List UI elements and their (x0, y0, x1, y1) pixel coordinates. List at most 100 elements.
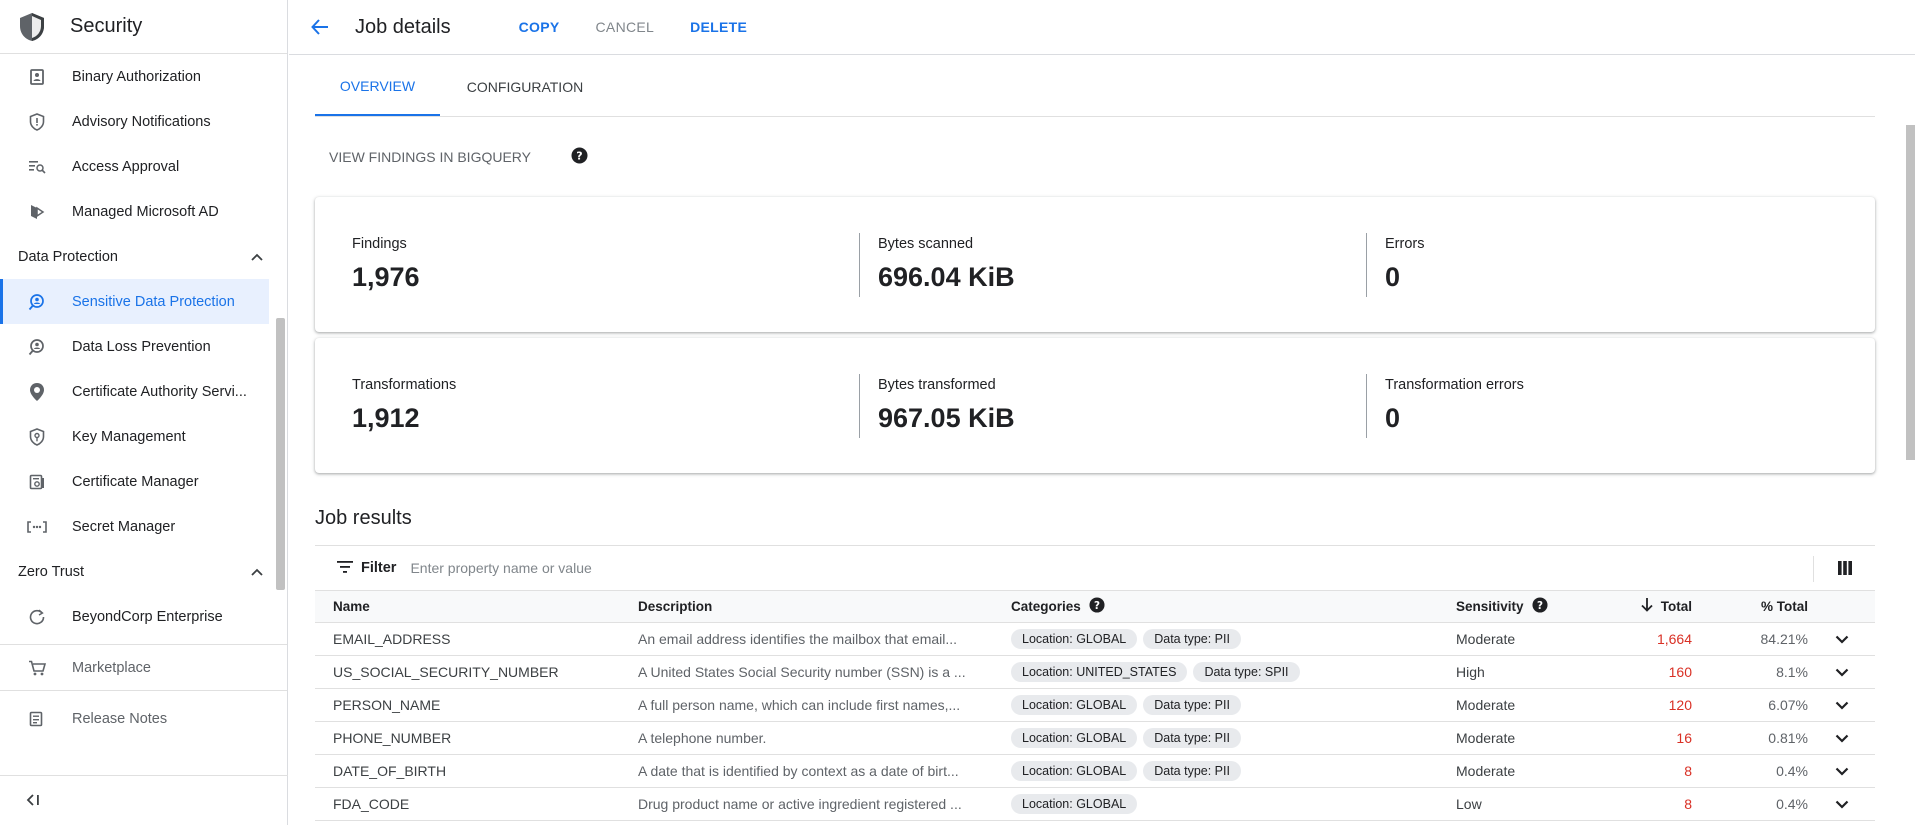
category-chip: Location: GLOBAL (1011, 760, 1138, 781)
column-display-options-button[interactable] (1813, 556, 1875, 582)
copy-button[interactable]: COPY (519, 19, 560, 35)
category-chip: Location: UNITED_STATES (1011, 661, 1188, 682)
chevron-up-icon[interactable] (251, 564, 263, 580)
column-header-percent-total[interactable]: % Total (1692, 591, 1808, 623)
stat-findings: Findings 1,976 (352, 233, 859, 297)
main-content: OVERVIEW CONFIGURATION VIEW FINDINGS IN … (315, 55, 1875, 821)
column-header-sensitivity[interactable]: Sensitivity ? (1438, 591, 1578, 623)
stat-transformations: Transformations 1,912 (352, 374, 859, 438)
sidebar-item-managed-microsoft-ad[interactable]: Managed Microsoft AD (0, 189, 287, 234)
filter-input[interactable]: Enter property name or value (410, 560, 591, 576)
column-header-description[interactable]: Description (620, 591, 993, 623)
category-chip: Data type: PII (1143, 760, 1241, 781)
section-header-data-protection[interactable]: Data Protection (0, 234, 287, 279)
infotype-description: A full person name, which can include fi… (620, 688, 993, 722)
top-bar: Job details COPY CANCEL DELETE (289, 0, 1915, 55)
infotype-percent-total: 0.81% (1692, 721, 1808, 755)
infotype-name: EMAIL_ADDRESS (315, 622, 620, 656)
sidebar-item-secret-manager[interactable]: Secret Manager (0, 504, 287, 549)
expand-row-button[interactable] (1808, 787, 1875, 821)
sidebar-item-sensitive-data-protection[interactable]: Sensitive Data Protection (0, 279, 269, 324)
infotype-categories: Location: GLOBAL Data type: PII (993, 754, 1438, 788)
column-header-label: Total (1660, 598, 1692, 614)
expand-row-button[interactable] (1808, 688, 1875, 722)
chevron-down-icon (1835, 664, 1849, 680)
table-row[interactable]: DATE_OF_BIRTH A date that is identified b… (315, 754, 1875, 788)
managed-ad-icon (22, 203, 52, 221)
certificate-authority-icon (22, 382, 52, 402)
sidebar-scrollbar[interactable] (276, 318, 285, 590)
infotype-percent-total: 0.4% (1692, 754, 1808, 788)
tab-configuration[interactable]: CONFIGURATION (440, 54, 610, 116)
expand-row-button[interactable] (1808, 655, 1875, 689)
sidebar-item-beyondcorp-enterprise[interactable]: BeyondCorp Enterprise (0, 594, 287, 639)
sidebar-item-certificate-authority-service[interactable]: Certificate Authority Servi... (0, 369, 287, 414)
page-scrollbar[interactable] (1906, 125, 1915, 460)
category-chip: Data type: PII (1143, 628, 1241, 649)
expand-row-button[interactable] (1808, 754, 1875, 788)
section-header-zero-trust[interactable]: Zero Trust (0, 549, 287, 594)
infotype-name: PHONE_NUMBER (315, 721, 620, 755)
column-header-label: Categories (1011, 598, 1081, 614)
column-header-expand (1808, 591, 1875, 623)
column-header-name[interactable]: Name (315, 591, 620, 623)
sidebar-item-label: Advisory Notifications (72, 113, 211, 130)
stat-value: 0 (1385, 262, 1401, 292)
infotype-description: Drug product name or active ingredient r… (620, 787, 993, 821)
column-header-total[interactable]: Total (1578, 591, 1692, 623)
infotype-description: A telephone number. (620, 721, 993, 755)
table-header-row: Name Description Categories ? Sensitivit… (315, 591, 1875, 623)
help-icon[interactable]: ? (571, 147, 588, 167)
infotype-percent-total: 8.1% (1692, 655, 1808, 689)
stat-value: 696.04 KiB (878, 262, 1015, 292)
infotype-total: 1,664 (1578, 622, 1692, 656)
tab-overview[interactable]: OVERVIEW (315, 54, 440, 116)
table-row[interactable]: US_SOCIAL_SECURITY_NUMBER A United States… (315, 655, 1875, 689)
sidebar-item-label: Sensitive Data Protection (72, 293, 235, 310)
table-row[interactable]: PHONE_NUMBER A telephone number. Location:… (315, 721, 1875, 755)
column-header-categories[interactable]: Categories ? (993, 591, 1438, 623)
sidebar-item-marketplace[interactable]: Marketplace (0, 645, 287, 690)
chevron-down-icon (1835, 763, 1849, 779)
job-results-title: Job results (315, 507, 412, 529)
sidebar-item-release-notes[interactable]: Release Notes (0, 691, 287, 746)
sidebar-item-key-management[interactable]: Key Management (0, 414, 287, 459)
cancel-button[interactable]: CANCEL (596, 19, 655, 35)
expand-row-button[interactable] (1808, 721, 1875, 755)
infotype-categories: Location: GLOBAL Data type: PII (993, 688, 1438, 722)
sidebar-item-label: Certificate Manager (72, 473, 199, 490)
sidebar-header: Security (0, 0, 287, 54)
category-chip: Location: GLOBAL (1011, 793, 1138, 814)
view-findings-bigquery-button[interactable]: VIEW FINDINGS IN BIGQUERY (329, 149, 531, 165)
category-chip: Data type: PII (1143, 694, 1241, 715)
access-approval-icon (22, 160, 52, 174)
back-arrow-icon[interactable] (307, 14, 333, 40)
expand-row-button[interactable] (1808, 622, 1875, 656)
stat-value: 0 (1385, 403, 1401, 433)
sidebar-item-certificate-manager[interactable]: Certificate Manager (0, 459, 287, 504)
sidebar-item-data-loss-prevention[interactable]: Data Loss Prevention (0, 324, 287, 369)
cart-icon (22, 660, 52, 676)
table-row[interactable]: EMAIL_ADDRESS An email address identifies… (315, 622, 1875, 656)
sidebar-item-label: Data Loss Prevention (72, 338, 211, 355)
table-row[interactable]: PERSON_NAME A full person name, which can… (315, 688, 1875, 722)
filter-icon[interactable] (337, 560, 353, 576)
help-icon[interactable]: ? (1532, 597, 1548, 616)
category-chip: Location: GLOBAL (1011, 628, 1138, 649)
table-row[interactable]: FDA_CODE Drug product name or active ingr… (315, 787, 1875, 821)
sidebar-item-access-approval[interactable]: Access Approval (0, 144, 287, 189)
sidebar-item-label: Key Management (72, 428, 186, 445)
infotype-name: US_SOCIAL_SECURITY_NUMBER (315, 655, 620, 689)
stats-card-transform: Transformations 1,912 Bytes transformed … (315, 338, 1875, 473)
delete-button[interactable]: DELETE (690, 19, 747, 35)
tab-bar: OVERVIEW CONFIGURATION (315, 55, 1875, 117)
infotype-total: 16 (1578, 721, 1692, 755)
help-icon[interactable]: ? (1089, 597, 1105, 616)
sidebar-item-advisory-notifications[interactable]: Advisory Notifications (0, 99, 287, 144)
chevron-down-icon (1835, 796, 1849, 812)
category-chip: Location: GLOBAL (1011, 727, 1138, 748)
chevron-up-icon[interactable] (251, 249, 263, 265)
sidebar-item-binary-authorization[interactable]: Binary Authorization (0, 54, 287, 99)
collapse-sidebar-button[interactable] (0, 775, 288, 825)
page-title: Job details (355, 15, 451, 38)
